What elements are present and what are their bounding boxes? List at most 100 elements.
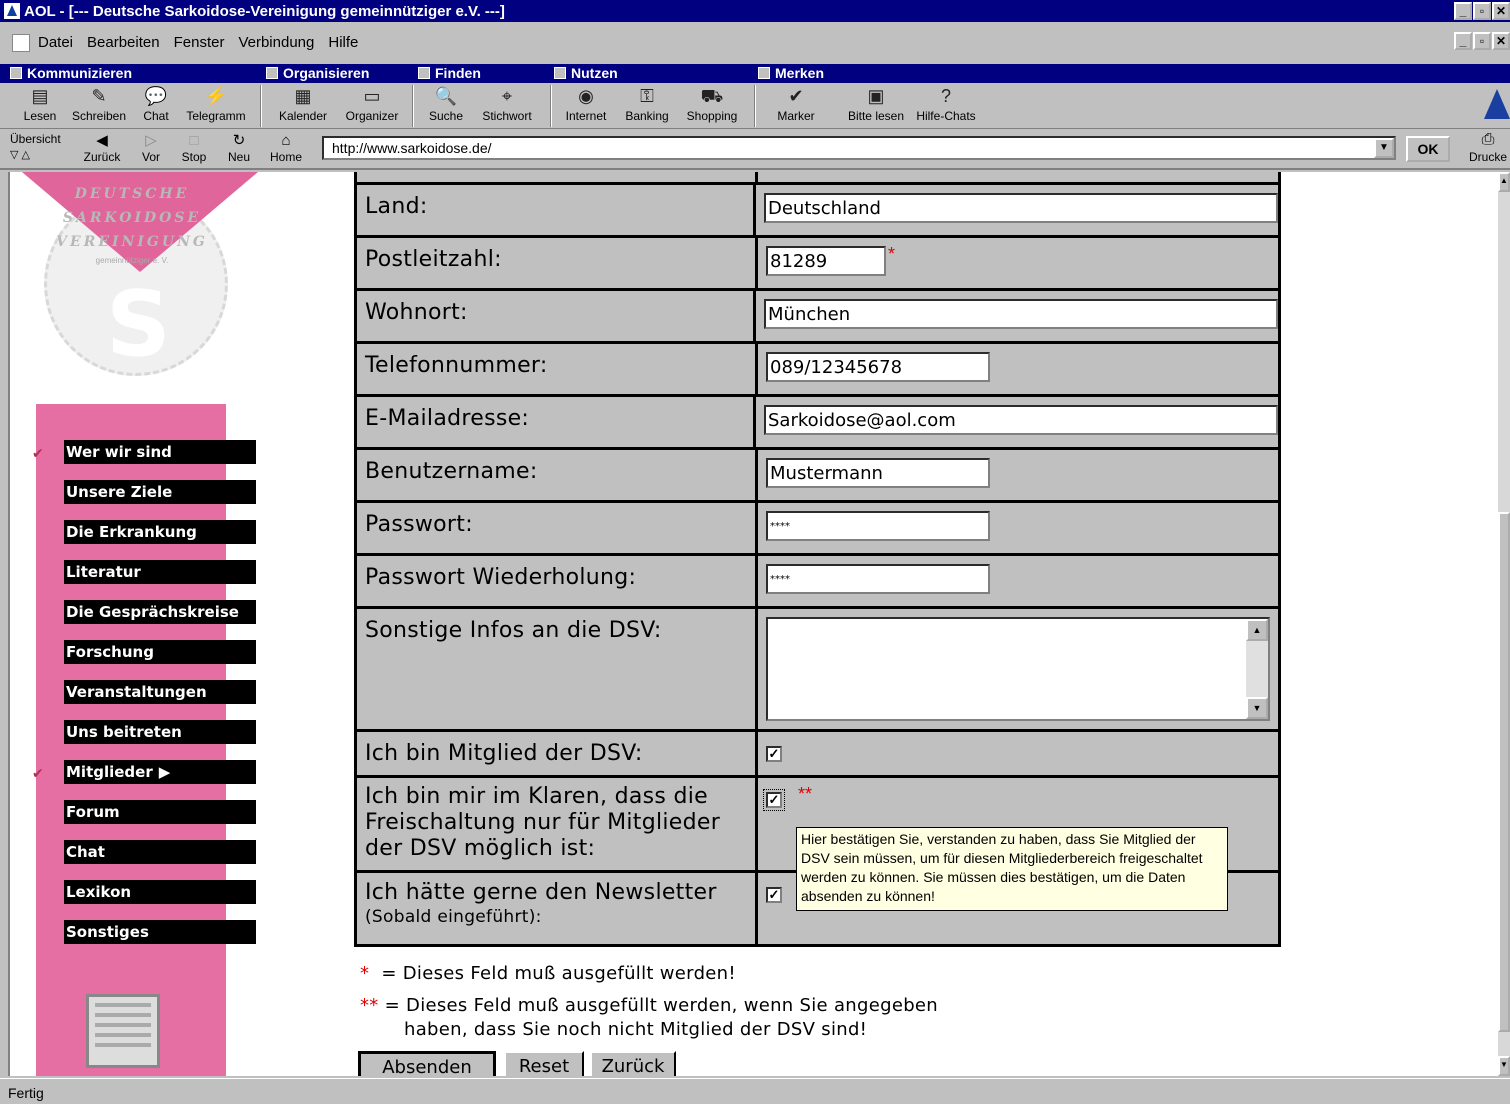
email-input[interactable]: Sarkoidose@aol.com xyxy=(764,405,1278,435)
sidebar-item-uns-beitreten[interactable]: Uns beitreten xyxy=(64,720,256,744)
toolbar-separator xyxy=(412,85,414,127)
reload-button[interactable]: ↻ Neu xyxy=(222,132,256,164)
land-label: Land: xyxy=(357,185,753,235)
scroll-thumb[interactable] xyxy=(1498,512,1510,1032)
globe-icon: ◉ xyxy=(578,86,594,106)
textarea-scrollbar[interactable]: ▲ ▼ xyxy=(1246,619,1268,719)
scroll-down-icon[interactable]: ▼ xyxy=(1498,1056,1510,1076)
scroll-down-icon[interactable]: ▼ xyxy=(1246,697,1268,719)
logo-line-3: VEREINIGUNG xyxy=(56,234,208,250)
newsletter-checkbox[interactable]: ✓ xyxy=(766,887,782,903)
back-form-button[interactable]: Zurück xyxy=(590,1051,676,1076)
maximize-button[interactable]: ▫ xyxy=(1473,2,1491,20)
web-content: DEUTSCHE SARKOIDOSE VEREINIGUNG gemeinnü… xyxy=(8,172,1498,1076)
scroll-up-icon[interactable]: ▲ xyxy=(1498,172,1510,192)
toolbar-kalender[interactable]: ▦ Kalender xyxy=(272,83,334,129)
forward-button[interactable]: ▷ Vor xyxy=(134,132,168,164)
aol-logo-icon xyxy=(4,3,20,19)
page-scrollbar[interactable]: ▲ ▼ xyxy=(1498,172,1510,1076)
toolbar-hilfe-chats[interactable]: ? Hilfe-Chats xyxy=(912,83,980,129)
plz-input[interactable]: 81289 xyxy=(766,246,886,276)
back-button[interactable]: ◀ Zurück xyxy=(78,132,126,164)
toolbar-separator xyxy=(754,85,756,127)
mdi-maximize-button[interactable]: ▫ xyxy=(1473,32,1491,50)
menu-hilfe[interactable]: Hilfe xyxy=(328,34,358,51)
toolbar-chat[interactable]: 💬 Chat xyxy=(138,83,174,129)
mitglied-checkbox[interactable]: ✓ xyxy=(766,746,782,762)
land-input[interactable]: Deutschland xyxy=(764,193,1278,223)
toolbar-banking[interactable]: ⚿ Banking xyxy=(620,83,674,129)
toolbar-shopping[interactable]: ⛟ Shopping xyxy=(682,83,742,129)
document-icon[interactable] xyxy=(12,33,30,52)
reset-button[interactable]: Reset xyxy=(504,1051,584,1076)
minimize-button[interactable]: _ xyxy=(1454,2,1472,20)
sidebar-item-unsere-ziele[interactable]: Unsere Ziele xyxy=(64,480,256,504)
form-row-email: E-Mailadresse: Sarkoidose@aol.com xyxy=(357,397,1278,450)
menu-verbindung[interactable]: Verbindung xyxy=(238,34,314,51)
toolbar: ▤ Lesen ✎ Schreiben 💬 Chat ⚡ Telegramm ▦ Kale… xyxy=(0,83,1510,129)
menu-fenster[interactable]: Fenster xyxy=(174,34,225,51)
url-dropdown-icon[interactable]: ▼ xyxy=(1374,138,1394,158)
toolbar-internet[interactable]: ◉ Internet xyxy=(560,83,612,129)
checkmark-icon: ✔ xyxy=(32,766,44,782)
window-title: AOL - [--- Deutsche Sarkoidose-Vereinigu… xyxy=(24,2,505,20)
tooltip: Hier bestätigen Sie, verstanden zu haben… xyxy=(796,827,1228,911)
logo-subtitle: gemeinnütziger e. V. xyxy=(95,256,169,265)
note-conditional-cont: haben, dass Sie noch nicht Mitglied der … xyxy=(404,1019,868,1040)
toolbar-marker[interactable]: ✔ Marker xyxy=(772,83,820,129)
sidebar-item-veranstaltungen[interactable]: Veranstaltungen xyxy=(64,680,256,704)
sidebar-item-lexikon[interactable]: Lexikon xyxy=(64,880,256,904)
benutzername-input[interactable]: Mustermann xyxy=(766,458,990,488)
url-input[interactable]: http://www.sarkoidose.de/ xyxy=(322,136,1396,160)
dropdown-icon xyxy=(266,67,278,79)
klaren-checkbox[interactable]: ✓ xyxy=(763,789,785,811)
passwort-wiederholung-input[interactable]: **** xyxy=(766,564,990,594)
telefon-input[interactable]: 089/12345678 xyxy=(766,352,990,382)
toolbar-schreiben[interactable]: ✎ Schreiben xyxy=(68,83,130,129)
sonstige-infos-textarea[interactable]: ▲ ▼ xyxy=(766,617,1270,721)
sidebar-item-gespraechskreise[interactable]: Die Gesprächskreise xyxy=(64,600,256,624)
telefon-label: Telefonnummer: xyxy=(357,344,755,394)
submit-button[interactable]: Absenden xyxy=(358,1051,496,1076)
group-nutzen[interactable]: Nutzen xyxy=(554,65,618,81)
mdi-minimize-button[interactable]: _ xyxy=(1454,32,1472,50)
form-row-plz: Postleitzahl: 81289 * xyxy=(357,238,1278,291)
toolbar-stichwort[interactable]: ⌖ Stichwort xyxy=(476,83,538,129)
menu-datei[interactable]: Datei xyxy=(38,34,73,51)
sidebar-item-sonstiges[interactable]: Sonstiges xyxy=(64,920,256,944)
group-kommunizieren[interactable]: Kommunizieren xyxy=(10,65,132,81)
sidebar-item-wer-wir-sind[interactable]: ✔ Wer wir sind xyxy=(32,440,256,464)
toolbar-organizer[interactable]: ▭ Organizer xyxy=(340,83,404,129)
overview-button[interactable]: Übersicht ▽ △ xyxy=(10,132,72,161)
sidebar-item-die-erkrankung[interactable]: Die Erkrankung xyxy=(64,520,256,544)
close-button[interactable]: ✕ xyxy=(1492,2,1510,20)
passwort-input[interactable]: **** xyxy=(766,511,990,541)
stop-button[interactable]: □ Stop xyxy=(176,132,212,164)
sidebar-item-forschung[interactable]: Forschung xyxy=(64,640,256,664)
menu-bearbeiten[interactable]: Bearbeiten xyxy=(87,34,160,51)
scroll-up-icon[interactable]: ▲ xyxy=(1246,619,1268,641)
sidebar-item-forum[interactable]: Forum xyxy=(64,800,256,824)
sidebar-item-chat[interactable]: Chat xyxy=(64,840,256,864)
print-button[interactable]: ⎙ Drucke xyxy=(1466,130,1510,164)
wohnort-input[interactable]: München xyxy=(764,299,1278,329)
mdi-close-button[interactable]: ✕ xyxy=(1492,32,1510,50)
keyword-icon: ⌖ xyxy=(501,86,513,106)
toolbar-separator xyxy=(260,85,262,127)
toolbar-bitte-lesen[interactable]: ▣ Bitte lesen xyxy=(844,83,908,129)
form-row-mitglied: Ich bin Mitglied der DSV: ✓ xyxy=(357,732,1278,778)
ok-button[interactable]: OK xyxy=(1406,136,1450,162)
group-finden[interactable]: Finden xyxy=(418,65,481,81)
benutzername-label: Benutzername: xyxy=(357,450,755,500)
expand-collapse-icon[interactable]: ▽ △ xyxy=(10,148,72,161)
toolbar-lesen[interactable]: ▤ Lesen xyxy=(20,83,60,129)
home-button[interactable]: ⌂ Home xyxy=(266,132,306,164)
toolbar-suche[interactable]: 🔍 Suche xyxy=(424,83,468,129)
mailbox-icon: ▤ xyxy=(31,86,49,106)
thumbnail-image[interactable] xyxy=(86,994,160,1068)
toolbar-telegramm[interactable]: ⚡ Telegramm xyxy=(180,83,252,129)
sidebar-item-literatur[interactable]: Literatur xyxy=(64,560,256,584)
group-merken[interactable]: Merken xyxy=(758,65,824,81)
group-organisieren[interactable]: Organisieren xyxy=(266,65,369,81)
sidebar-item-mitglieder[interactable]: ✔ Mitglieder ▶ xyxy=(32,760,256,784)
